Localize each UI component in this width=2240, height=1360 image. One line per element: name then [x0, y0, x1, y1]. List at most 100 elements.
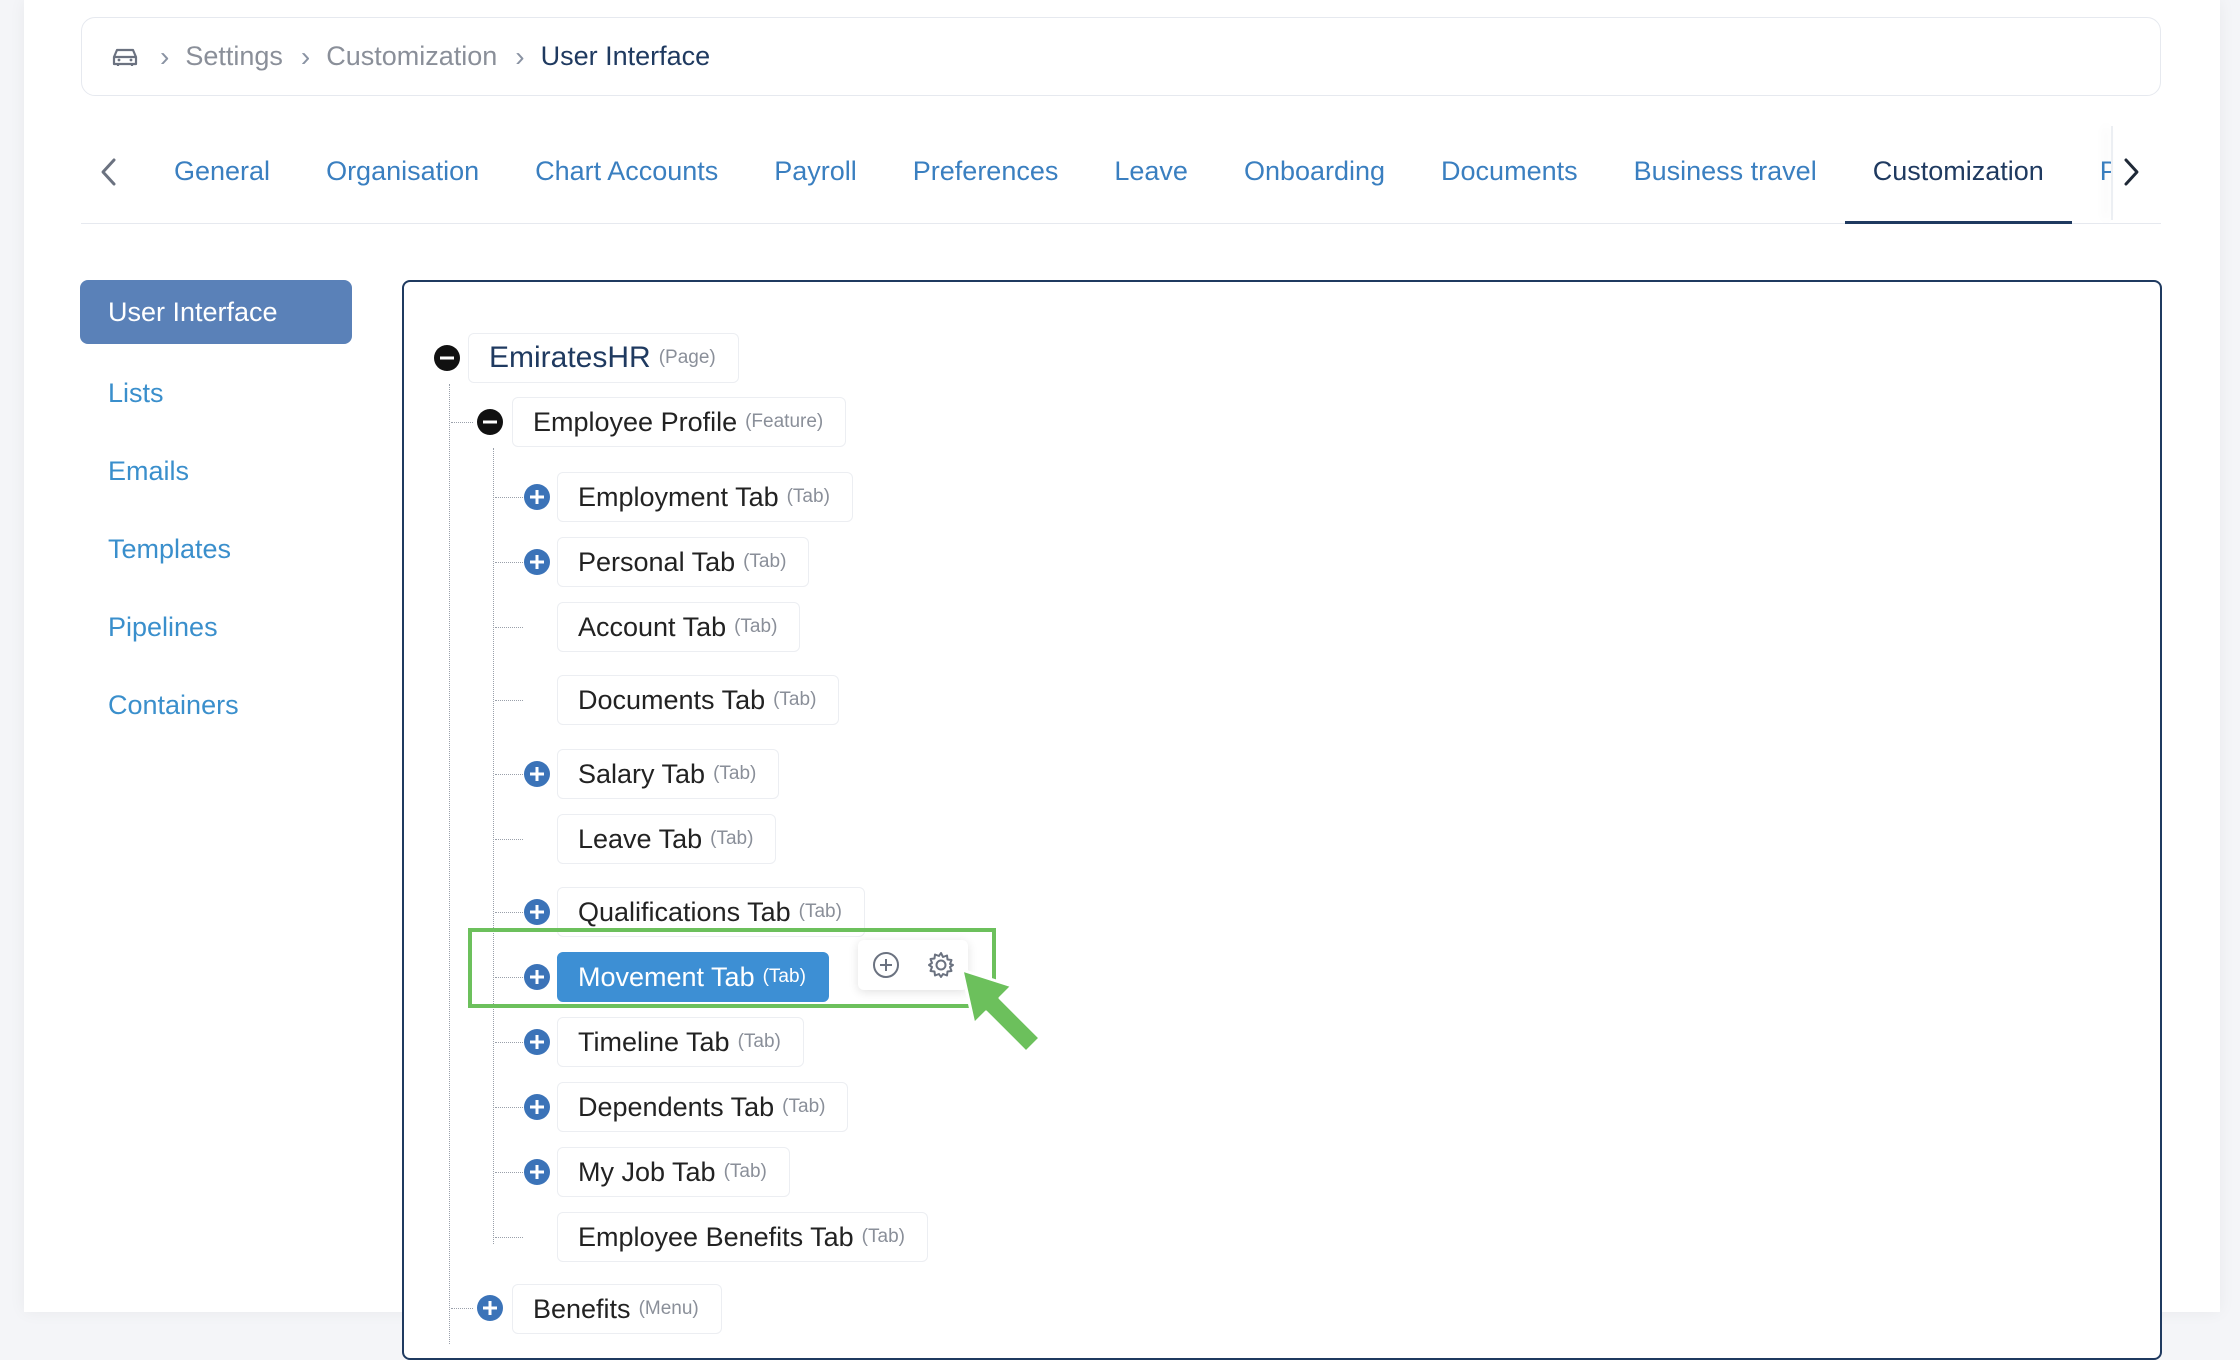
tree-connector — [495, 1172, 525, 1173]
tree-node-salary-tab[interactable]: Salary Tab (Tab) — [557, 749, 780, 799]
node-label: Employee Profile — [533, 406, 738, 437]
sidebar-item-templates[interactable]: Templates — [80, 510, 352, 588]
tree-node-benefits[interactable]: Benefits (Menu) — [512, 1284, 722, 1334]
tree-node-employment-tab[interactable]: Employment Tab (Tab) — [557, 472, 853, 522]
expand-icon[interactable] — [523, 1093, 551, 1121]
node-type: (Tab) — [723, 1161, 767, 1182]
tree-connector — [495, 1107, 525, 1108]
chevron-right-icon: › — [160, 40, 170, 72]
tab-customization[interactable]: Customization — [1844, 118, 2072, 224]
tree-connector — [495, 700, 523, 701]
tree-node-my-job-tab[interactable]: My Job Tab (Tab) — [557, 1147, 790, 1197]
tab-business-travel[interactable]: Business travel — [1606, 118, 1845, 224]
sidebar-item-emails[interactable]: Emails — [80, 432, 352, 510]
tree-connector — [495, 839, 523, 840]
node-label: Dependents Tab — [578, 1091, 775, 1122]
node-label: Account Tab — [578, 611, 727, 642]
add-circle-icon[interactable] — [869, 948, 903, 982]
expand-icon[interactable] — [523, 1158, 551, 1186]
collapse-icon[interactable] — [476, 408, 504, 436]
tab-po[interactable]: Po — [2072, 118, 2111, 224]
node-label: Personal Tab — [578, 546, 736, 577]
tree-node-personal-tab[interactable]: Personal Tab (Tab) — [557, 537, 810, 587]
tab-preferences[interactable]: Preferences — [885, 118, 1087, 224]
node-type: (Tab) — [782, 1096, 826, 1117]
pointer-arrow-icon — [960, 968, 1042, 1054]
node-type: (Tab) — [734, 616, 778, 637]
breadcrumb: › Settings › Customization › User Interf… — [81, 17, 2161, 96]
node-type: (Tab) — [773, 689, 817, 710]
chevron-left-icon[interactable] — [91, 152, 127, 192]
tab-organisation[interactable]: Organisation — [298, 118, 507, 224]
sidebar-item-pipelines[interactable]: Pipelines — [80, 588, 352, 666]
expand-icon[interactable] — [523, 483, 551, 511]
tree-node-leave-tab[interactable]: Leave Tab (Tab) — [557, 814, 777, 864]
tab-chart-accounts[interactable]: Chart Accounts — [507, 118, 746, 224]
node-type: (Tab) — [861, 1226, 905, 1247]
sidebar-item-user-interface[interactable]: User Interface — [80, 280, 352, 344]
expand-icon[interactable] — [523, 548, 551, 576]
expand-icon[interactable] — [523, 760, 551, 788]
expand-icon[interactable] — [523, 1028, 551, 1056]
tree-connector — [495, 627, 523, 628]
expand-icon[interactable] — [476, 1294, 504, 1322]
sidebar-item-lists[interactable]: Lists — [80, 354, 352, 432]
settings-page: › Settings › Customization › User Interf… — [24, 0, 2220, 1360]
node-actions-popover — [858, 940, 968, 990]
node-label: My Job Tab — [578, 1156, 716, 1187]
node-type: (Tab) — [713, 763, 757, 784]
node-label: Timeline Tab — [578, 1026, 730, 1057]
tab-onboarding[interactable]: Onboarding — [1216, 118, 1413, 224]
tab-payroll[interactable]: Payroll — [746, 118, 885, 224]
gear-icon[interactable] — [924, 948, 958, 982]
chevron-right-icon: › — [515, 40, 525, 72]
tree-connector — [495, 774, 525, 775]
node-label: Documents Tab — [578, 684, 766, 715]
tree-node-employee-benefits-tab[interactable]: Employee Benefits Tab (Tab) — [557, 1212, 928, 1262]
node-type: (Tab) — [737, 1031, 781, 1052]
tree-connector — [451, 422, 473, 423]
chevron-right-icon[interactable] — [2113, 152, 2149, 192]
tab-leave[interactable]: Leave — [1086, 118, 1216, 224]
breadcrumb-settings[interactable]: Settings — [185, 41, 283, 72]
ui-tree-panel: EmiratesHR (Page) Employee Profile (Feature… — [402, 280, 2162, 1360]
tab-documents[interactable]: Documents — [1413, 118, 1606, 224]
tree-node-account-tab[interactable]: Account Tab (Tab) — [557, 602, 801, 652]
tree-connector — [451, 1308, 473, 1309]
tree-node-documents-tab[interactable]: Documents Tab (Tab) — [557, 675, 840, 725]
node-label: Employment Tab — [578, 481, 779, 512]
expand-icon[interactable] — [523, 898, 551, 926]
node-type: (Feature) — [745, 411, 824, 432]
node-label: Salary Tab — [578, 758, 706, 789]
node-type: (Tab) — [798, 901, 842, 922]
sidebar: User Interface Lists Emails Templates Pipeli… — [80, 280, 352, 744]
tree-connector — [495, 1237, 523, 1238]
settings-tabs: General Organisation Chart Accounts Payroll… — [81, 118, 2161, 224]
tab-viewport: General Organisation Chart Accounts Payroll… — [146, 118, 2111, 224]
breadcrumb-current: User Interface — [540, 41, 711, 71]
node-label: Employee Benefits Tab — [578, 1221, 854, 1252]
tree-connector — [493, 448, 494, 1244]
tree-connector — [449, 384, 450, 1344]
tree-connector — [495, 1042, 525, 1043]
tree-node-dependents-tab[interactable]: Dependents Tab (Tab) — [557, 1082, 849, 1132]
tree-node-employee-profile[interactable]: Employee Profile (Feature) — [512, 397, 847, 447]
node-type: (Tab) — [743, 551, 787, 572]
tab-list: General Organisation Chart Accounts Payroll… — [146, 118, 2111, 224]
node-type: (Tab) — [710, 828, 754, 849]
tree-node-timeline-tab[interactable]: Timeline Tab (Tab) — [557, 1017, 804, 1067]
chevron-right-icon: › — [300, 40, 311, 72]
node-type: (Page) — [658, 347, 716, 368]
sidebar-item-containers[interactable]: Containers — [80, 666, 352, 744]
tree-node-emirateshr[interactable]: EmiratesHR (Page) — [468, 333, 739, 383]
node-label: Benefits — [533, 1293, 631, 1324]
node-type: (Menu) — [638, 1298, 699, 1319]
breadcrumb-customization[interactable]: Customization — [326, 41, 497, 72]
tree-connector — [495, 562, 525, 563]
collapse-icon[interactable] — [433, 344, 461, 372]
tree-connector — [495, 497, 525, 498]
tab-general[interactable]: General — [146, 118, 298, 224]
tree-connector — [495, 912, 525, 913]
node-label: EmiratesHR — [489, 341, 651, 374]
car-icon[interactable] — [108, 42, 142, 72]
